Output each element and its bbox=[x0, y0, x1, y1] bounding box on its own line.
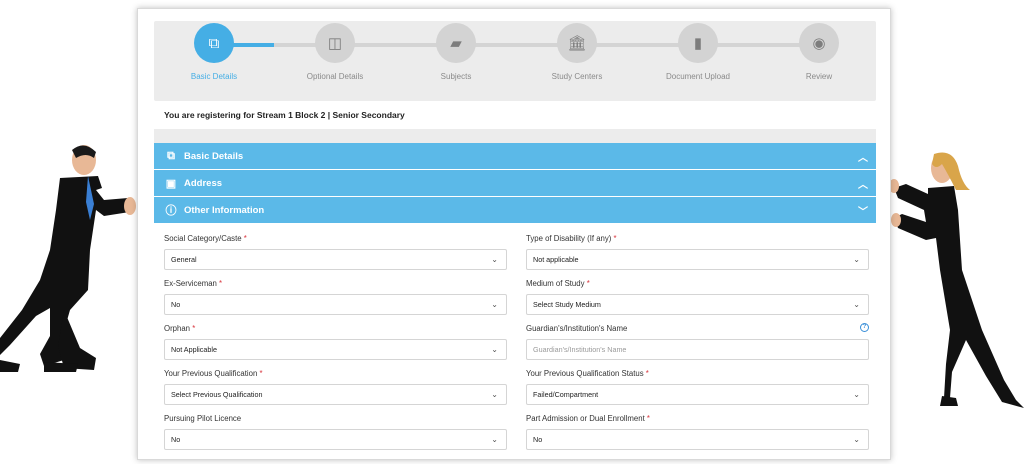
previous-qualification-status-field: Your Previous Qualification Status * Fai… bbox=[526, 369, 869, 414]
previous-qualification-select[interactable]: Select Previous Qualification ⌄ bbox=[164, 384, 507, 405]
orphan-field: Orphan * Not Applicable ⌄ bbox=[164, 324, 507, 369]
pilot-licence-field: Pursuing Pilot Licence No ⌄ bbox=[164, 414, 507, 459]
step-review[interactable]: ◉ Review bbox=[764, 23, 874, 81]
field-label: Your Previous Qualification Status * bbox=[526, 369, 649, 378]
progress-stepper: ⧉ Basic Details ◫ Optional Details ▰ Sub… bbox=[154, 21, 876, 101]
eye-icon: ◉ bbox=[799, 23, 839, 63]
columns-icon: ◫ bbox=[315, 23, 355, 63]
chevron-up-icon: ︿ bbox=[858, 180, 868, 191]
step-subjects[interactable]: ▰ Subjects bbox=[401, 23, 511, 81]
chevron-down-icon: ⌄ bbox=[491, 255, 498, 264]
chevron-down-icon: ⌄ bbox=[853, 435, 860, 444]
previous-qualification-status-select[interactable]: Failed/Compartment ⌄ bbox=[526, 384, 869, 405]
other-information-form: Social Category/Caste * General ⌄ Type of… bbox=[154, 224, 876, 459]
accordion-title: Address bbox=[184, 177, 223, 189]
step-label: Subjects bbox=[440, 72, 472, 81]
stream-info-text: You are registering for Stream 1 Block 2… bbox=[164, 110, 405, 120]
field-label: Guardian's/Institution's Name? bbox=[526, 323, 869, 335]
step-label: Review bbox=[805, 72, 833, 81]
orphan-select[interactable]: Not Applicable ⌄ bbox=[164, 339, 507, 360]
step-basic-details[interactable]: ⧉ Basic Details bbox=[159, 23, 269, 81]
businesswoman-pushing-illustration bbox=[889, 152, 1024, 408]
accordion-address[interactable]: ▣ Address ︿ bbox=[154, 170, 876, 196]
part-admission-select[interactable]: No ⌄ bbox=[526, 429, 869, 450]
chevron-down-icon: ⌄ bbox=[853, 255, 860, 264]
registration-window: ⧉ Basic Details ◫ Optional Details ▰ Sub… bbox=[137, 8, 891, 460]
help-icon[interactable]: ? bbox=[860, 323, 869, 332]
field-label: Type of Disability (If any) * bbox=[526, 234, 617, 243]
step-label: Study Centers bbox=[551, 72, 603, 81]
field-label: Medium of Study * bbox=[526, 279, 590, 288]
accordion-title: Basic Details bbox=[184, 150, 244, 162]
guardian-name-input[interactable]: Guardian's/Institution's Name bbox=[526, 339, 869, 360]
chevron-down-icon: ⌄ bbox=[491, 435, 498, 444]
field-label: Ex-Serviceman * bbox=[164, 279, 223, 288]
chevron-down-icon: ⌄ bbox=[853, 300, 860, 309]
social-category-select[interactable]: General ⌄ bbox=[164, 249, 507, 270]
ex-serviceman-field: Ex-Serviceman * No ⌄ bbox=[164, 279, 507, 324]
pilot-licence-select[interactable]: No ⌄ bbox=[164, 429, 507, 450]
book-icon: ▰ bbox=[436, 23, 476, 63]
field-label: Part Admission or Dual Enrollment * bbox=[526, 414, 650, 423]
accordion-title: Other Information bbox=[184, 204, 265, 216]
document-icon: ▮ bbox=[678, 23, 718, 63]
institution-icon: 🏛 bbox=[557, 23, 597, 63]
accordion-basic-details[interactable]: ⧉ Basic Details ︿ bbox=[154, 143, 876, 169]
screenshot-stage: ⧉ Basic Details ◫ Optional Details ▰ Sub… bbox=[0, 0, 1024, 464]
step-label: Optional Details bbox=[306, 72, 364, 81]
social-category-field: Social Category/Caste * General ⌄ bbox=[164, 234, 507, 279]
step-study-centers[interactable]: 🏛 Study Centers bbox=[522, 23, 632, 81]
disability-field: Type of Disability (If any) * Not applic… bbox=[526, 234, 869, 279]
field-label: Social Category/Caste * bbox=[164, 234, 247, 243]
chevron-down-icon: ⌄ bbox=[491, 390, 498, 399]
medium-of-study-field: Medium of Study * Select Study Medium ⌄ bbox=[526, 279, 869, 324]
step-optional-details[interactable]: ◫ Optional Details bbox=[280, 23, 390, 81]
field-label: Orphan * bbox=[164, 324, 196, 333]
chevron-up-icon: ︿ bbox=[858, 153, 868, 164]
chevron-down-icon: ⌄ bbox=[491, 300, 498, 309]
disability-select[interactable]: Not applicable ⌄ bbox=[526, 249, 869, 270]
copy-icon: ⧉ bbox=[194, 23, 234, 63]
info-icon: ⓘ bbox=[165, 205, 177, 217]
section-gap bbox=[154, 129, 876, 143]
field-label: Your Previous Qualification * bbox=[164, 369, 263, 378]
previous-qualification-field: Your Previous Qualification * Select Pre… bbox=[164, 369, 507, 414]
part-admission-field: Part Admission or Dual Enrollment * No ⌄ bbox=[526, 414, 869, 459]
copy-icon: ⧉ bbox=[167, 149, 175, 162]
ex-serviceman-select[interactable]: No ⌄ bbox=[164, 294, 507, 315]
chevron-down-icon: ⌄ bbox=[491, 345, 498, 354]
chevron-down-icon: ﹀ bbox=[858, 207, 868, 218]
guardian-name-field: Guardian's/Institution's Name? Guardian'… bbox=[526, 323, 869, 369]
step-label: Document Upload bbox=[665, 72, 731, 81]
id-card-icon: ▣ bbox=[165, 177, 177, 190]
accordion-other-information[interactable]: ⓘ Other Information ﹀ bbox=[154, 197, 876, 223]
step-label: Basic Details bbox=[190, 72, 238, 81]
businessman-pushing-illustration bbox=[0, 145, 136, 372]
field-label: Pursuing Pilot Licence bbox=[164, 414, 242, 423]
chevron-down-icon: ⌄ bbox=[853, 390, 860, 399]
medium-of-study-select[interactable]: Select Study Medium ⌄ bbox=[526, 294, 869, 315]
step-document-upload[interactable]: ▮ Document Upload bbox=[643, 23, 753, 81]
